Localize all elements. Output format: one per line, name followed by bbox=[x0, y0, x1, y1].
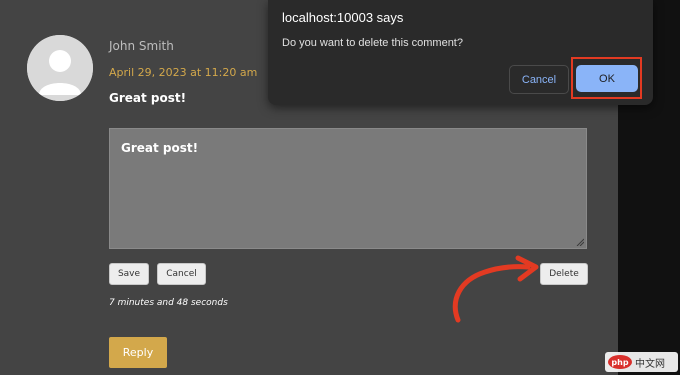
dialog-message: Do you want to delete this comment? bbox=[282, 37, 463, 49]
reply-button[interactable]: Reply bbox=[109, 337, 167, 368]
annotation-arrow-icon bbox=[452, 255, 539, 323]
comment-edit-value: Great post! bbox=[121, 141, 199, 155]
cancel-edit-button[interactable]: Cancel bbox=[157, 263, 206, 285]
watermark-badge: php bbox=[608, 355, 632, 369]
user-silhouette-icon bbox=[27, 35, 93, 101]
save-button[interactable]: Save bbox=[109, 263, 149, 285]
watermark-text: 中文网 bbox=[635, 358, 665, 370]
elapsed-time: 7 minutes and 48 seconds bbox=[109, 298, 228, 308]
watermark-logo: php 中文网 bbox=[605, 352, 678, 372]
dialog-title: localhost:10003 says bbox=[282, 10, 404, 25]
confirm-dialog: localhost:10003 says Do you want to dele… bbox=[268, 0, 653, 105]
comment-text: Great post! bbox=[109, 91, 187, 105]
comment-edit-textarea[interactable]: Great post! bbox=[109, 128, 587, 249]
comment-author[interactable]: John Smith bbox=[109, 39, 174, 53]
resize-grip-icon[interactable] bbox=[576, 238, 584, 246]
ok-highlight-box bbox=[571, 57, 642, 99]
comment-date[interactable]: April 29, 2023 at 11:20 am bbox=[109, 66, 257, 79]
dialog-cancel-button[interactable]: Cancel bbox=[509, 65, 569, 94]
avatar bbox=[27, 35, 93, 101]
